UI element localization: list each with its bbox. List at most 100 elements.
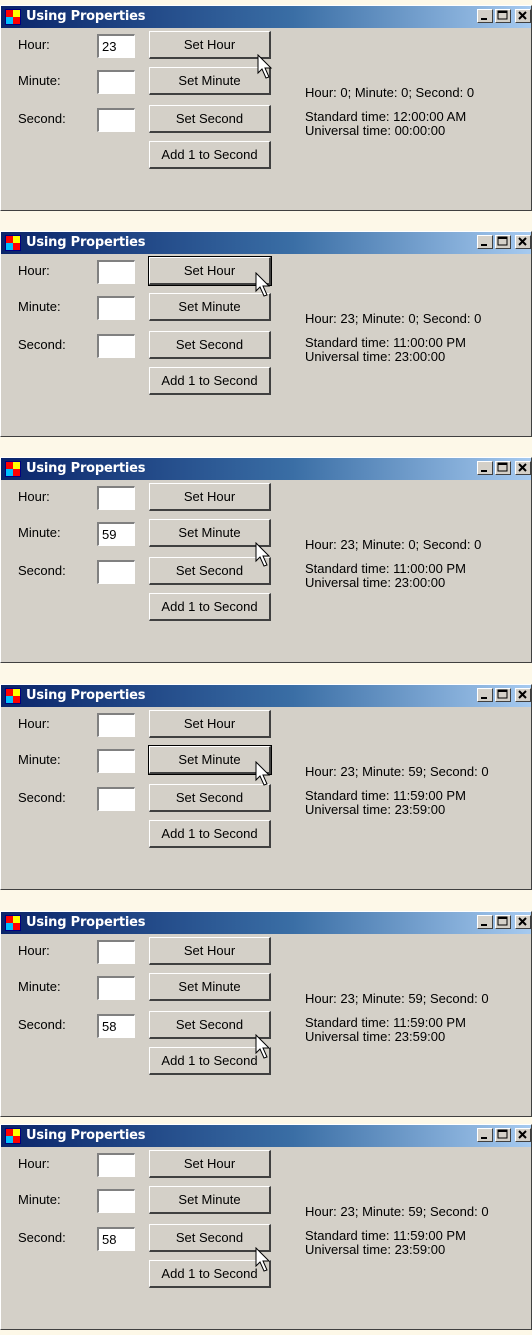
close-button[interactable] xyxy=(515,688,531,702)
hour-input[interactable]: 23 xyxy=(97,34,135,58)
second-input[interactable] xyxy=(97,334,135,358)
minute-input[interactable] xyxy=(97,296,135,320)
maximize-button[interactable] xyxy=(495,235,511,249)
hour-input[interactable] xyxy=(97,260,135,284)
set-second-button[interactable]: Set Second xyxy=(149,557,271,585)
minimize-button[interactable] xyxy=(477,688,493,702)
add-second-button[interactable]: Add 1 to Second xyxy=(149,141,271,169)
minute-input[interactable] xyxy=(97,749,135,773)
minute-input[interactable] xyxy=(97,70,135,94)
set-hour-button[interactable]: Set Hour xyxy=(149,31,271,59)
set-minute-button[interactable]: Set Minute xyxy=(149,973,271,1001)
standard-time: Standard time: 11:59:00 PM xyxy=(305,1015,466,1030)
hour-label: Hour: xyxy=(18,943,50,958)
maximize-button[interactable] xyxy=(495,461,511,475)
maximize-icon xyxy=(497,462,508,472)
minimize-button[interactable] xyxy=(477,915,493,929)
add-second-button[interactable]: Add 1 to Second xyxy=(149,1260,271,1288)
add-second-button[interactable]: Add 1 to Second xyxy=(149,1047,271,1075)
app-icon xyxy=(5,235,21,251)
set-minute-button[interactable]: Set Minute xyxy=(148,745,272,775)
set-hour-button[interactable]: Set Hour xyxy=(149,1150,271,1178)
set-hour-button[interactable]: Set Hour xyxy=(149,483,271,511)
maximize-icon xyxy=(497,1129,508,1139)
set-hour-button[interactable]: Set Hour xyxy=(148,256,272,286)
hour-input[interactable] xyxy=(97,1153,135,1177)
minimize-icon xyxy=(481,697,487,699)
close-icon xyxy=(518,11,527,20)
add-second-button[interactable]: Add 1 to Second xyxy=(149,593,271,621)
standard-time: Standard time: 11:00:00 PM xyxy=(305,335,466,350)
minimize-button[interactable] xyxy=(477,9,493,23)
window-title: Using Properties xyxy=(26,688,146,703)
title-bar[interactable]: Using Properties xyxy=(1,912,531,934)
second-input[interactable] xyxy=(97,787,135,811)
set-minute-button[interactable]: Set Minute xyxy=(149,519,271,547)
maximize-icon xyxy=(497,689,508,699)
close-button[interactable] xyxy=(515,235,531,249)
maximize-button[interactable] xyxy=(495,688,511,702)
hour-input[interactable] xyxy=(97,486,135,510)
window-title: Using Properties xyxy=(26,1128,146,1143)
close-button[interactable] xyxy=(515,9,531,23)
window-frame-2: Using Properties Hour: Set Hour Minute: … xyxy=(0,231,532,437)
close-icon xyxy=(518,237,527,246)
set-second-button[interactable]: Set Second xyxy=(149,105,271,133)
second-input[interactable] xyxy=(97,560,135,584)
maximize-button[interactable] xyxy=(495,915,511,929)
minimize-button[interactable] xyxy=(477,1128,493,1142)
title-bar[interactable]: Using Properties xyxy=(1,232,531,254)
universal-time: Universal time: 23:59:00 xyxy=(305,1029,446,1044)
set-minute-button[interactable]: Set Minute xyxy=(149,1186,271,1214)
close-button[interactable] xyxy=(515,915,531,929)
second-input[interactable] xyxy=(97,108,135,132)
time-info: Hour: 23; Minute: 59; Second: 0 xyxy=(305,764,489,779)
close-icon xyxy=(518,690,527,699)
close-button[interactable] xyxy=(515,461,531,475)
set-minute-button[interactable]: Set Minute xyxy=(149,293,271,321)
hour-input[interactable] xyxy=(97,713,135,737)
title-bar[interactable]: Using Properties xyxy=(1,458,531,480)
window-title: Using Properties xyxy=(26,915,146,930)
set-second-button[interactable]: Set Second xyxy=(149,1011,271,1039)
mouse-pointer-icon xyxy=(257,54,273,79)
title-bar[interactable]: Using Properties xyxy=(1,685,531,707)
second-input[interactable]: 58 xyxy=(97,1014,135,1038)
minute-label: Minute: xyxy=(18,299,61,314)
minute-input[interactable] xyxy=(97,976,135,1000)
mouse-pointer-icon xyxy=(255,272,271,297)
minimize-button[interactable] xyxy=(477,461,493,475)
maximize-button[interactable] xyxy=(495,9,511,23)
app-icon xyxy=(5,9,21,25)
window-frame-1: Using Properties Hour: 23 Set Hour Minut… xyxy=(0,5,532,211)
set-second-button[interactable]: Set Second xyxy=(149,784,271,812)
app-icon xyxy=(5,461,21,477)
set-second-button[interactable]: Set Second xyxy=(149,331,271,359)
set-hour-button[interactable]: Set Hour xyxy=(149,710,271,738)
maximize-button[interactable] xyxy=(495,1128,511,1142)
title-bar[interactable]: Using Properties xyxy=(1,6,531,28)
set-second-button[interactable]: Set Second xyxy=(149,1224,271,1252)
minute-input[interactable]: 59 xyxy=(97,522,135,546)
maximize-icon xyxy=(497,10,508,20)
minimize-icon xyxy=(481,18,487,20)
add-second-button[interactable]: Add 1 to Second xyxy=(149,820,271,848)
minute-input[interactable] xyxy=(97,1189,135,1213)
second-input[interactable]: 58 xyxy=(97,1227,135,1251)
close-button[interactable] xyxy=(515,1128,531,1142)
add-second-button[interactable]: Add 1 to Second xyxy=(149,367,271,395)
universal-time: Universal time: 00:00:00 xyxy=(305,123,446,138)
minimize-icon xyxy=(481,924,487,926)
hour-input[interactable] xyxy=(97,940,135,964)
set-minute-button[interactable]: Set Minute xyxy=(149,67,271,95)
window-title: Using Properties xyxy=(26,9,146,24)
title-bar[interactable]: Using Properties xyxy=(1,1125,531,1147)
time-info: Hour: 23; Minute: 59; Second: 0 xyxy=(305,1204,489,1219)
window-frame-5: Using Properties Hour: Set Hour Minute: … xyxy=(0,911,532,1117)
maximize-icon xyxy=(497,236,508,246)
standard-time: Standard time: 11:59:00 PM xyxy=(305,1228,466,1243)
minimize-button[interactable] xyxy=(477,235,493,249)
set-hour-button[interactable]: Set Hour xyxy=(149,937,271,965)
mouse-pointer-icon xyxy=(255,761,271,786)
second-label: Second: xyxy=(18,111,66,126)
